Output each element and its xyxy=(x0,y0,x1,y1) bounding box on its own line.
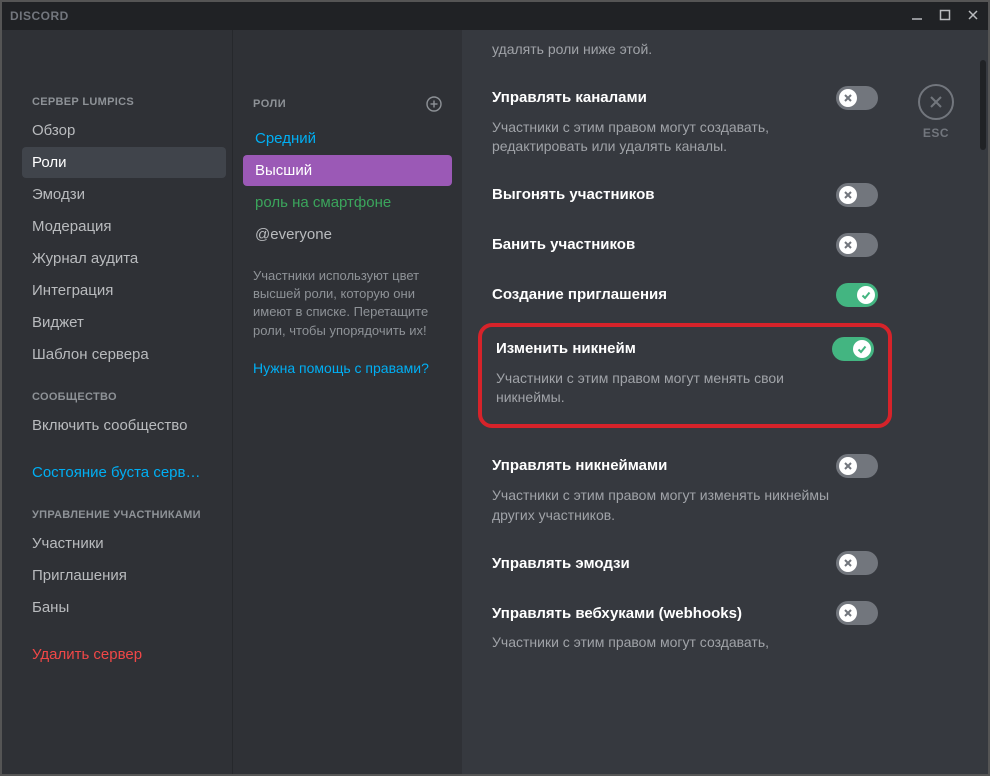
sidebar-item-bans[interactable]: Баны xyxy=(22,592,226,623)
permission-row: Изменить никнейм Участники с этим правом … xyxy=(478,323,892,428)
sidebar-item-enable-community[interactable]: Включить сообщество xyxy=(22,410,226,441)
role-item[interactable]: Высший xyxy=(243,155,452,186)
community-section-header: СООБЩЕСТВО xyxy=(22,385,226,409)
sidebar-item-overview[interactable]: Обзор xyxy=(22,115,226,146)
permission-toggle[interactable] xyxy=(836,283,878,307)
roles-help-link[interactable]: Нужна помощь с правами? xyxy=(243,356,452,380)
permission-title: Управлять никнеймами xyxy=(492,457,667,474)
permission-description: Участники с этим правом могут создавать,… xyxy=(492,118,832,157)
permission-row: Выгонять участников xyxy=(492,183,878,207)
x-icon xyxy=(839,604,857,622)
permission-row: Управлять никнеймами Участники с этим пра… xyxy=(492,454,878,525)
close-settings-button[interactable] xyxy=(918,84,954,120)
role-item[interactable]: Средний xyxy=(243,123,452,154)
server-section-header: СЕРВЕР LUMPICS xyxy=(22,90,226,114)
x-icon xyxy=(839,236,857,254)
permission-description: Участники с этим правом могут изменять н… xyxy=(492,486,832,525)
permission-title: Управлять эмодзи xyxy=(492,555,630,572)
role-item[interactable]: роль на смартфоне xyxy=(243,187,452,218)
permission-row: Банить участников xyxy=(492,233,878,257)
esc-label: ESC xyxy=(918,126,954,140)
sidebar-item-widget[interactable]: Виджет xyxy=(22,307,226,338)
user-mgmt-section-header: УПРАВЛЕНИЕ УЧАСТНИКАМИ xyxy=(22,503,226,527)
perm-desc-fragment: удалять роли ниже этой. xyxy=(492,40,878,60)
x-icon xyxy=(839,186,857,204)
roles-help-text: Участники используют цвет высшей роли, к… xyxy=(243,251,452,356)
permission-title: Выгонять участников xyxy=(492,186,654,203)
roles-header: РОЛИ xyxy=(253,98,286,110)
x-icon xyxy=(839,457,857,475)
scrollbar-thumb[interactable] xyxy=(980,60,986,150)
sidebar-item-delete-server[interactable]: Удалить сервер xyxy=(22,639,226,670)
permission-description: Участники с этим правом могут менять сво… xyxy=(496,369,836,408)
permission-title: Создание приглашения xyxy=(492,286,667,303)
sidebar-item-emoji[interactable]: Эмодзи xyxy=(22,179,226,210)
check-icon xyxy=(857,286,875,304)
permission-toggle[interactable] xyxy=(832,337,874,361)
minimize-icon[interactable] xyxy=(910,8,924,22)
permission-toggle[interactable] xyxy=(836,183,878,207)
close-icon[interactable] xyxy=(966,8,980,22)
permission-row: Создание приглашения xyxy=(492,283,878,307)
add-role-icon[interactable] xyxy=(426,96,442,112)
check-icon xyxy=(853,340,871,358)
permission-title: Изменить никнейм xyxy=(496,340,636,357)
sidebar-item-invites[interactable]: Приглашения xyxy=(22,560,226,591)
permission-row: Управлять каналами Участники с этим право… xyxy=(492,86,878,157)
roles-column: РОЛИ СреднийВысшийроль на смартфоне@ever… xyxy=(232,30,462,774)
x-icon xyxy=(839,89,857,107)
permission-toggle[interactable] xyxy=(836,86,878,110)
permission-toggle[interactable] xyxy=(836,454,878,478)
settings-sidebar: СЕРВЕР LUMPICS Обзор Роли Эмодзи Модерац… xyxy=(2,30,232,774)
maximize-icon[interactable] xyxy=(938,8,952,22)
scrollbar[interactable] xyxy=(980,30,986,772)
sidebar-item-audit-log[interactable]: Журнал аудита xyxy=(22,243,226,274)
role-item[interactable]: @everyone xyxy=(243,219,452,250)
sidebar-item-members[interactable]: Участники xyxy=(22,528,226,559)
x-icon xyxy=(839,554,857,572)
permissions-column: удалять роли ниже этой. Управлять канала… xyxy=(462,30,988,774)
permission-toggle[interactable] xyxy=(836,551,878,575)
permission-title: Управлять вебхуками (webhooks) xyxy=(492,605,742,622)
permission-title: Банить участников xyxy=(492,236,635,253)
permission-description: Участники с этим правом могут создавать, xyxy=(492,633,832,653)
sidebar-item-integrations[interactable]: Интеграция xyxy=(22,275,226,306)
app-title: DISCORD xyxy=(10,9,69,23)
permission-title: Управлять каналами xyxy=(492,89,647,106)
permission-row: Управлять вебхуками (webhooks) Участники … xyxy=(492,601,878,653)
permission-row: Управлять эмодзи xyxy=(492,551,878,575)
sidebar-item-boost-status[interactable]: Состояние буста серв… xyxy=(22,457,226,488)
sidebar-item-moderation[interactable]: Модерация xyxy=(22,211,226,242)
sidebar-item-template[interactable]: Шаблон сервера xyxy=(22,339,226,370)
sidebar-item-roles[interactable]: Роли xyxy=(22,147,226,178)
permission-toggle[interactable] xyxy=(836,233,878,257)
permission-toggle[interactable] xyxy=(836,601,878,625)
